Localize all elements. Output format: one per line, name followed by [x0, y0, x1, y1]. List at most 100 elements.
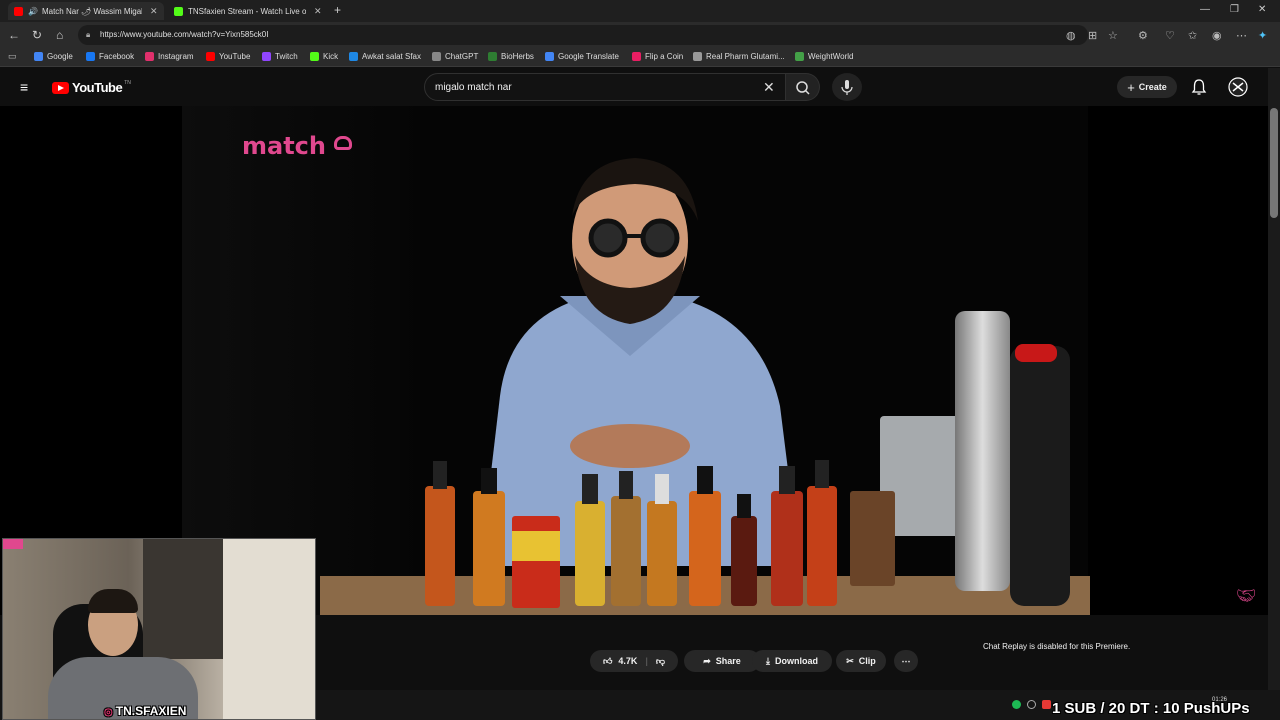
- bookmark-label: WeightWorld: [808, 52, 854, 61]
- window-frame: [143, 539, 223, 659]
- tray-icon[interactable]: [1042, 700, 1051, 709]
- download-label: Download: [774, 656, 818, 666]
- lock-icon: 🔒︎: [86, 30, 91, 39]
- dislike-icon[interactable]: 👎︎: [656, 656, 665, 667]
- more-menu-icon[interactable]: ⋯: [1236, 29, 1247, 42]
- bookmark-item[interactable]: WeightWorld: [795, 52, 854, 61]
- scrollbar-thumb[interactable]: [1270, 108, 1278, 218]
- like-count[interactable]: 4.7K: [618, 656, 637, 666]
- like-icon[interactable]: 👍︎: [603, 656, 612, 667]
- copilot-icon[interactable]: ✦: [1258, 29, 1267, 42]
- tab-title: Match Nar 🌶 Wassim Migal: [41, 6, 142, 16]
- favorite-star-icon[interactable]: ☆: [1108, 29, 1118, 42]
- hamburger-menu-icon[interactable]: ≡: [20, 79, 28, 95]
- page-scrollbar[interactable]: [1268, 68, 1280, 690]
- bookmarks-menu-icon[interactable]: ▭: [8, 51, 17, 62]
- bookmark-favicon-icon: [206, 52, 215, 61]
- bookmark-favicon-icon: [432, 52, 441, 61]
- microphone-icon: [841, 80, 853, 95]
- streamer-webcam: [2, 538, 316, 720]
- account-avatar-icon[interactable]: [1228, 77, 1248, 97]
- search-button[interactable]: [786, 73, 820, 101]
- reload-icon[interactable]: ↻: [32, 28, 42, 42]
- bookmark-favicon-icon: [693, 52, 702, 61]
- divider: |: [645, 656, 648, 666]
- minimize-button[interactable]: —: [1200, 4, 1210, 15]
- scissors-icon: ✂: [846, 655, 854, 666]
- profile-icon[interactable]: ◉: [1212, 29, 1222, 42]
- home-icon[interactable]: ⌂: [56, 28, 63, 42]
- logo-text: YouTube: [72, 80, 123, 95]
- create-label: Create: [1138, 82, 1167, 92]
- spotify-tray-icon[interactable]: [1012, 700, 1021, 709]
- hot-sauce-bottles: [425, 460, 837, 608]
- url-field[interactable]: 🔒︎ https://www.youtube.com/watch?v=Yixn5…: [78, 25, 1088, 45]
- tab-match-nar[interactable]: 🔊 Match Nar 🌶 Wassim Migal ✕: [8, 2, 164, 20]
- chat-replay-message: Chat Replay is disabled for this Premier…: [983, 642, 1131, 651]
- app-available-icon[interactable]: ⊞: [1088, 29, 1097, 42]
- bookmark-label: YouTube: [219, 52, 251, 61]
- bookmark-item[interactable]: Instagram: [145, 52, 194, 61]
- handle-text: TN.SFAXIEN: [115, 704, 187, 718]
- clip-button[interactable]: ✂ Clip: [836, 650, 886, 672]
- bookmark-favicon-icon: [349, 52, 358, 61]
- bookmark-item[interactable]: Twitch: [262, 52, 298, 61]
- streamer-hair: [88, 589, 138, 613]
- bookmark-item[interactable]: Google: [34, 52, 73, 61]
- bookmark-item[interactable]: Real Pharm Glutami...: [693, 52, 785, 61]
- tray-icon[interactable]: [1027, 700, 1036, 709]
- create-button[interactable]: + Create: [1117, 76, 1177, 98]
- bookmark-item[interactable]: BioHerbs: [488, 52, 534, 61]
- favorites-icon[interactable]: ✩: [1188, 29, 1197, 42]
- close-window-button[interactable]: ✕: [1258, 4, 1266, 15]
- like-dislike-group: 👍︎ 4.7K | 👎︎: [590, 650, 678, 672]
- bookmark-item[interactable]: Kick: [310, 52, 338, 61]
- speaker-icon[interactable]: 🔊: [28, 7, 38, 16]
- browser-essentials-icon[interactable]: ♡: [1165, 29, 1175, 42]
- back-icon[interactable]: ←: [8, 28, 20, 42]
- bookmark-item[interactable]: Awkat salat Sfax: [349, 52, 421, 61]
- search-query: migalo match nar: [435, 82, 512, 93]
- clear-search-icon[interactable]: ✕: [763, 74, 775, 101]
- tab-tnsfaxien-stream[interactable]: TNSfaxien Stream - Watch Live o ✕: [168, 2, 328, 20]
- bookmark-favicon-icon: [545, 52, 554, 61]
- more-actions-button[interactable]: ⋯: [894, 650, 918, 672]
- share-button[interactable]: ➦ Share: [684, 650, 760, 672]
- bookmark-favicon-icon: [34, 52, 43, 61]
- bookmark-favicon-icon: [632, 52, 641, 61]
- close-tab-icon[interactable]: ✕: [150, 6, 158, 17]
- curtain: [223, 539, 315, 719]
- download-icon: ⤓: [766, 655, 770, 666]
- bookmark-item[interactable]: Facebook: [86, 52, 134, 61]
- bookmark-favicon-icon: [488, 52, 497, 61]
- youtube-logo[interactable]: YouTube TN: [52, 80, 131, 95]
- bookmark-label: Google: [47, 52, 73, 61]
- bookmark-label: Facebook: [99, 52, 135, 61]
- notifications-bell-icon[interactable]: [1191, 78, 1207, 96]
- bookmark-item[interactable]: YouTube: [206, 52, 250, 61]
- address-bar-row: ← ↻ ⌂ 🔒︎ https://www.youtube.com/watch?v…: [0, 22, 1280, 48]
- tracking-icon[interactable]: ◍: [1066, 29, 1076, 42]
- cocktail-glass: [850, 491, 895, 586]
- download-button[interactable]: ⤓ Download: [752, 650, 832, 672]
- extensions-icon[interactable]: ⚙: [1138, 29, 1148, 42]
- bookmark-item[interactable]: Flip a Coin: [632, 52, 683, 61]
- black-canister: [1010, 346, 1070, 606]
- maximize-button[interactable]: ❐: [1230, 4, 1239, 15]
- bookmark-item[interactable]: ChatGPT: [432, 52, 478, 61]
- youtube-favicon-icon: [14, 6, 23, 16]
- bookmark-favicon-icon: [310, 52, 319, 61]
- cream-dispenser: [955, 311, 1010, 591]
- instagram-icon: ◎: [104, 707, 113, 718]
- voice-search-button[interactable]: [832, 73, 862, 101]
- bookmark-item[interactable]: Google Translate: [545, 52, 619, 61]
- plus-icon: +: [1127, 79, 1135, 95]
- bookmark-favicon-icon: [86, 52, 95, 61]
- bookmark-label: Real Pharm Glutami...: [706, 52, 785, 61]
- red-cap: [1015, 344, 1057, 362]
- bookmark-label: Instagram: [158, 52, 194, 61]
- search-input[interactable]: migalo match nar ✕: [424, 73, 786, 101]
- bookmark-favicon-icon: [145, 52, 154, 61]
- new-tab-button[interactable]: +: [334, 3, 341, 17]
- close-tab-icon[interactable]: ✕: [314, 6, 322, 17]
